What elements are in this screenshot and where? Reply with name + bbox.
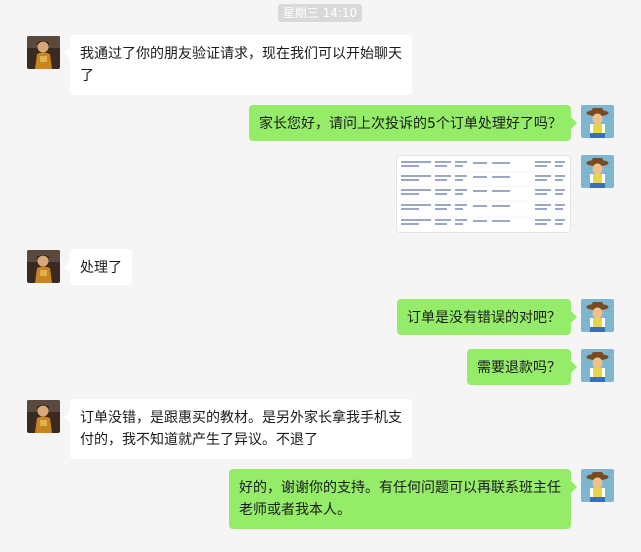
contact-avatar[interactable]	[27, 36, 60, 69]
cartoon-cowboy-avatar-icon	[581, 349, 614, 382]
self-avatar[interactable]	[581, 349, 614, 382]
self-avatar[interactable]	[581, 469, 614, 502]
self-avatar[interactable]	[581, 105, 614, 138]
order-screenshot-image[interactable]	[396, 155, 571, 233]
outgoing-message-bubble[interactable]: 家长您好，请问上次投诉的5个订单处理好了吗？	[249, 105, 577, 141]
cartoon-cowboy-avatar-icon	[581, 155, 614, 188]
child-photo-avatar-icon	[27, 36, 60, 69]
outgoing-message-bubble[interactable]: 订单是没有错误的对吧？	[397, 299, 577, 335]
incoming-message-bubble[interactable]: 我通过了你的朋友验证请求，现在我们可以开始聊天了	[64, 35, 412, 95]
message-timestamp: 星期三 14:10	[278, 4, 362, 22]
self-avatar[interactable]	[581, 299, 614, 332]
outgoing-message-bubble[interactable]: 好的，谢谢你的支持。有任何问题可以再联系班主任老师或者我本人。	[229, 469, 577, 529]
child-photo-avatar-icon	[27, 250, 60, 283]
cartoon-cowboy-avatar-icon	[581, 299, 614, 332]
child-photo-avatar-icon	[27, 400, 60, 433]
outgoing-message-bubble[interactable]: 需要退款吗？	[467, 349, 577, 385]
cartoon-cowboy-avatar-icon	[581, 105, 614, 138]
incoming-message-bubble[interactable]: 处理了	[64, 249, 132, 285]
incoming-message-bubble[interactable]: 订单没错，是跟惠买的教材。是另外家长拿我手机支付的，我不知道就产生了异议。不退了	[64, 399, 412, 459]
cartoon-cowboy-avatar-icon	[581, 469, 614, 502]
contact-avatar[interactable]	[27, 400, 60, 433]
self-avatar[interactable]	[581, 155, 614, 188]
contact-avatar[interactable]	[27, 250, 60, 283]
